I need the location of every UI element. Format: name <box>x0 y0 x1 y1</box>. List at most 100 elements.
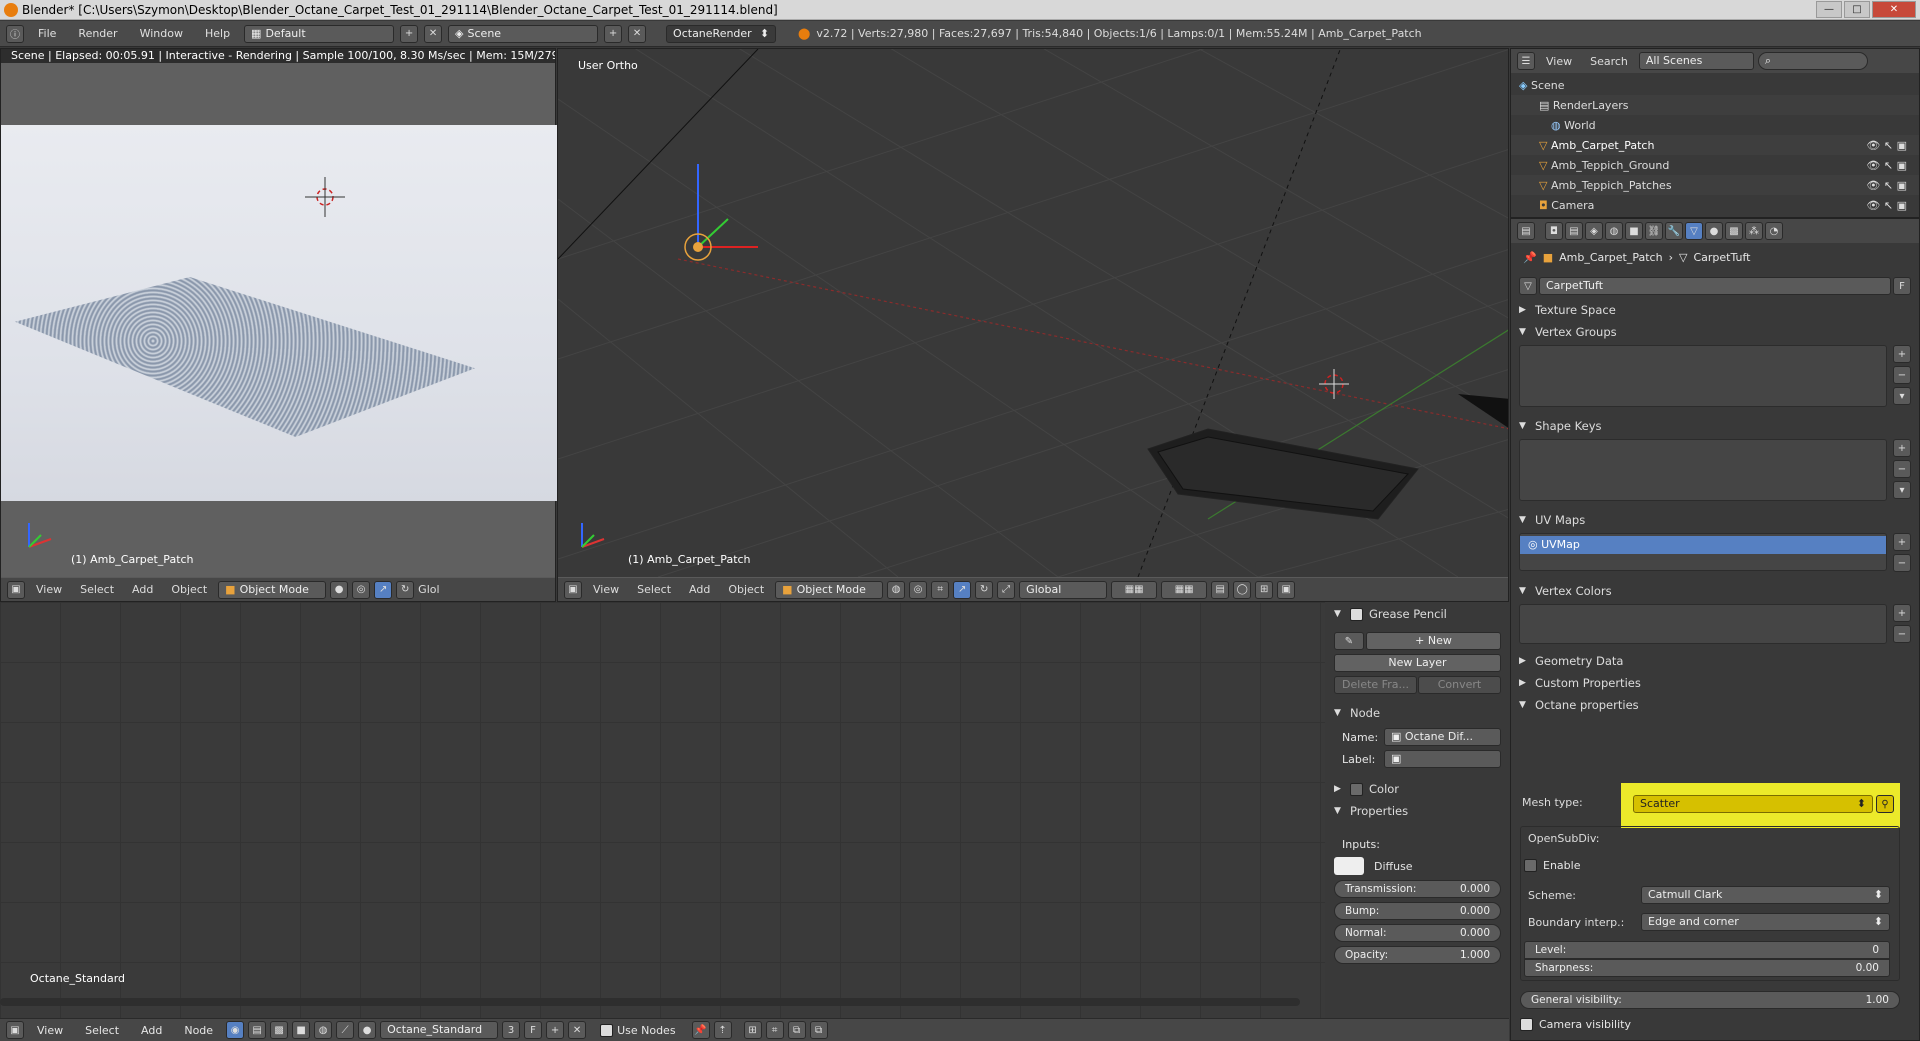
pin-icon[interactable]: 📌 <box>1523 251 1537 264</box>
menu-object[interactable]: Object <box>721 583 771 596</box>
outliner-item-amb-teppich-ground[interactable]: ▽ Amb_Teppich_Ground 👁 ↖ ▣ <box>1511 155 1919 175</box>
grease-pencil-icon[interactable]: ✎ <box>1334 632 1364 650</box>
layers-grid-icon[interactable]: ▦▦ <box>1111 580 1158 599</box>
constraints-tab-icon[interactable]: ⛓ <box>1645 222 1663 240</box>
layout-selector[interactable]: ▦ Default <box>244 24 395 43</box>
transmission-field[interactable]: Transmission: 0.000 <box>1334 880 1501 898</box>
menu-add[interactable]: Add <box>682 583 717 596</box>
pivot-button[interactable]: ◎ <box>352 580 371 599</box>
uv-map-item[interactable]: ◎ UVMap <box>1520 536 1886 554</box>
material-browse-icon[interactable]: ● <box>358 1021 377 1039</box>
menu-file[interactable]: File <box>30 21 64 47</box>
vertex-colors-list[interactable] <box>1519 604 1887 644</box>
render-engine-selector[interactable]: OctaneRender ⬍ <box>666 24 777 43</box>
remove-scene-button[interactable]: ✕ <box>628 24 647 43</box>
section-shape-keys[interactable]: ▼ Shape Keys <box>1511 415 1919 437</box>
color-panel-header[interactable]: ▶ Color <box>1326 778 1509 800</box>
editor-type-icon[interactable]: ⓘ <box>6 24 24 43</box>
section-vertex-colors[interactable]: ▼ Vertex Colors <box>1511 580 1919 602</box>
scene-selector[interactable]: ◈ Scene <box>448 24 599 43</box>
outliner-item-camera[interactable]: ◘ Camera 👁 ↖ ▣ <box>1511 195 1919 215</box>
add-scene-button[interactable]: + <box>604 24 623 43</box>
material-tab-icon[interactable]: ● <box>1705 222 1723 240</box>
menu-help[interactable]: Help <box>197 21 238 47</box>
add-button[interactable]: + <box>1893 533 1911 551</box>
proportional-edit-icon[interactable]: ◯ <box>1233 580 1252 599</box>
specials-button[interactable]: ▾ <box>1893 387 1911 405</box>
pivot-button[interactable]: ◎ <box>909 580 928 599</box>
world-tab-icon[interactable]: ◍ <box>1605 222 1623 240</box>
editor-type-button[interactable]: ▣ <box>6 1021 24 1039</box>
visibility-toggles[interactable]: 👁 ↖ ▣ <box>1866 139 1907 152</box>
copy-nodes-icon[interactable]: ⧉ <box>787 1021 806 1039</box>
minimize-button[interactable]: — <box>1816 1 1842 18</box>
add-material-button[interactable]: + <box>546 1021 565 1039</box>
material-name-field[interactable]: Octane_Standard <box>380 1021 499 1039</box>
shape-keys-list[interactable] <box>1519 439 1887 501</box>
outliner-item-amb-carpet-patch[interactable]: ▽ Amb_Carpet_Patch 👁 ↖ ▣ <box>1511 135 1919 155</box>
menu-add[interactable]: Add <box>132 1024 171 1037</box>
diffuse-color-swatch[interactable] <box>1334 857 1364 875</box>
enable-checkbox-row[interactable]: Enable <box>1524 859 1580 872</box>
normal-field[interactable]: Normal: 0.000 <box>1334 924 1501 942</box>
orientation-label[interactable]: Glol <box>418 583 439 596</box>
section-geometry-data[interactable]: ▶ Geometry Data <box>1511 650 1919 672</box>
menu-object[interactable]: Object <box>164 583 214 596</box>
add-button[interactable]: + <box>1893 604 1911 622</box>
3d-viewport[interactable]: User Ortho (1) Amb_Carpet_Patch ▣ View S… <box>557 48 1509 602</box>
menu-select[interactable]: Select <box>73 583 121 596</box>
section-uv-maps[interactable]: ▼ UV Maps <box>1511 509 1919 531</box>
lock-layers-icon[interactable]: ▤ <box>1211 580 1230 599</box>
snap-element-icon[interactable]: ⊞ <box>1255 580 1274 599</box>
specials-button[interactable]: ▾ <box>1893 481 1911 499</box>
renderlayers-tab-icon[interactable]: ▤ <box>1565 222 1583 240</box>
eyedropper-icon[interactable]: ⚲ <box>1876 795 1894 813</box>
add-button[interactable]: + <box>1893 439 1911 457</box>
remove-material-button[interactable]: ✕ <box>568 1021 587 1039</box>
menu-view[interactable]: View <box>1539 55 1579 68</box>
visibility-toggles[interactable]: 👁 ↖ ▣ <box>1866 159 1907 172</box>
texture-tab-icon[interactable]: ▩ <box>1725 222 1743 240</box>
add-button[interactable]: + <box>1893 345 1911 363</box>
outliner-panel[interactable]: ☰ View Search All Scenes ⌕ ◈ Scene ▤ Ren… <box>1510 48 1920 218</box>
enable-checkbox[interactable] <box>1524 859 1537 872</box>
mode-selector[interactable]: ■ Object Mode <box>775 580 884 599</box>
convert-button[interactable]: Convert <box>1418 676 1501 694</box>
vertex-groups-list[interactable] <box>1519 345 1887 407</box>
camera-visibility-row[interactable]: Camera visibility <box>1520 1018 1631 1031</box>
menu-render[interactable]: Render <box>70 21 125 47</box>
node-sidebar[interactable]: ▼ Grease Pencil ✎ + New New Layer Delete … <box>1326 602 1509 1018</box>
object-shader-icon[interactable]: ■ <box>292 1021 311 1039</box>
remove-button[interactable]: − <box>1893 554 1911 572</box>
object-tab-icon[interactable]: ■ <box>1625 222 1643 240</box>
horizontal-scrollbar[interactable] <box>0 998 1300 1006</box>
general-visibility-field[interactable]: General visibility: 1.00 <box>1520 991 1900 1009</box>
remove-button[interactable]: − <box>1893 460 1911 478</box>
render-preview-icon[interactable]: ▣ <box>1277 580 1296 599</box>
level-field[interactable]: Level: 0 <box>1524 941 1890 959</box>
mesh-type-dropdown[interactable]: Scatter ⬍ <box>1633 795 1873 813</box>
composite-tree-icon[interactable]: ▤ <box>248 1021 267 1039</box>
shading-button[interactable]: ● <box>330 580 349 599</box>
outliner-item-scene[interactable]: ◈ Scene <box>1511 75 1919 95</box>
node-panel-header[interactable]: ▼ Node <box>1326 702 1509 724</box>
close-button[interactable]: ✕ <box>1872 1 1916 18</box>
pin-icon[interactable]: 📌 <box>691 1021 710 1039</box>
uv-maps-list[interactable]: ◎ UVMap <box>1519 533 1887 571</box>
node-editor[interactable]: Octane_Standard <box>0 602 1325 1018</box>
color-checkbox[interactable] <box>1350 782 1363 796</box>
remove-button[interactable]: − <box>1893 625 1911 643</box>
texture-tree-icon[interactable]: ▩ <box>270 1021 289 1039</box>
node-name-field[interactable]: ▣ Octane Dif... <box>1384 728 1501 746</box>
editor-type-button[interactable]: ▣ <box>564 580 582 599</box>
menu-select[interactable]: Select <box>630 583 678 596</box>
menu-select[interactable]: Select <box>76 1024 128 1037</box>
delete-frame-button[interactable]: Delete Fra... <box>1334 676 1417 694</box>
mesh-browse-button[interactable]: ▽ <box>1519 277 1537 295</box>
mode-selector[interactable]: ■ Object Mode <box>218 580 327 599</box>
opacity-field[interactable]: Opacity: 1.000 <box>1334 946 1501 964</box>
modifiers-tab-icon[interactable]: 🔧 <box>1665 222 1683 240</box>
fake-user-button[interactable]: F <box>1893 277 1911 295</box>
add-layout-button[interactable]: + <box>400 24 419 43</box>
search-input[interactable]: ⌕ <box>1757 52 1868 70</box>
